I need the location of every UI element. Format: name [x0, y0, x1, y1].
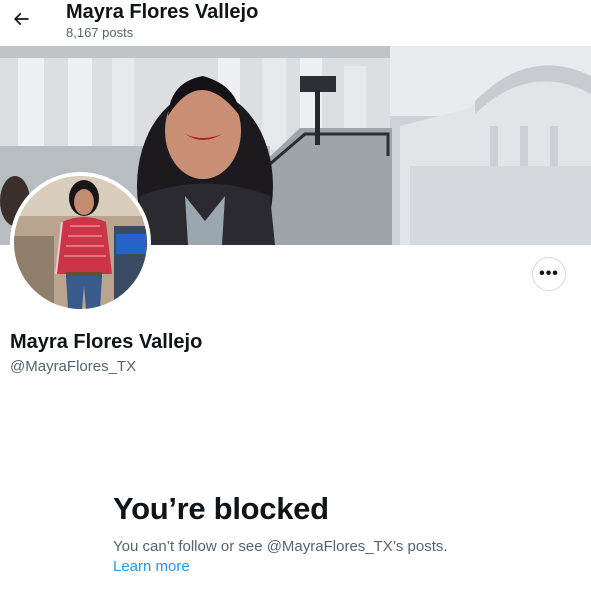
header-name: Mayra Flores Vallejo	[66, 1, 259, 23]
post-count-label: posts	[102, 25, 134, 40]
blocked-title: You’re blocked	[113, 491, 329, 526]
profile-handle: @MayraFlores_TX	[10, 358, 137, 375]
blocked-message: You can’t follow or see @MayraFlores_TX’…	[113, 538, 448, 555]
more-options-button[interactable]: •••	[532, 257, 566, 291]
profile-avatar[interactable]	[10, 172, 151, 313]
post-count-value: 8,167	[66, 25, 99, 40]
profile-name: Mayra Flores Vallejo	[10, 331, 203, 353]
learn-more-link[interactable]: Learn more	[113, 558, 190, 576]
avatar-image	[14, 176, 147, 309]
header-post-count: 8,167 posts	[66, 25, 133, 41]
arrow-left-icon	[13, 12, 29, 26]
more-horizontal-icon: •••	[539, 265, 559, 282]
back-button[interactable]	[4, 2, 38, 36]
top-bar: Mayra Flores Vallejo 8,167 posts	[0, 0, 591, 46]
